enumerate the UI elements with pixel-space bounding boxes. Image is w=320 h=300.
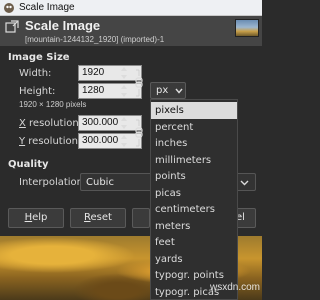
- unit-menu-item[interactable]: yards: [151, 251, 237, 268]
- interpolation-value: Cubic: [86, 177, 114, 188]
- y-resolution-label: Y resolution:: [19, 136, 82, 147]
- image-name: [mountain-1244132_1920] (imported)-1: [25, 35, 165, 44]
- dialog-title: Scale Image: [25, 18, 101, 33]
- width-spinner[interactable]: [119, 65, 128, 81]
- quality-heading: Quality: [8, 159, 49, 170]
- unit-menu-item[interactable]: inches: [151, 135, 237, 152]
- y-resolution-increment-button[interactable]: [119, 133, 128, 141]
- unit-menu-item[interactable]: meters: [151, 218, 237, 235]
- chevron-down-icon: [175, 88, 183, 94]
- window-title: Scale Image: [19, 2, 75, 13]
- y-resolution-spinner[interactable]: [119, 133, 128, 149]
- height-input[interactable]: 1280: [78, 83, 142, 99]
- image-thumbnail: [235, 19, 259, 37]
- x-resolution-input[interactable]: 300.000: [78, 115, 142, 131]
- y-resolution-label-rest: resolution:: [25, 136, 82, 147]
- gimp-app-icon: [4, 3, 14, 13]
- width-decrement-button[interactable]: [119, 73, 128, 81]
- x-resolution-label: X resolution:: [19, 118, 83, 129]
- chain-link-icon[interactable]: [134, 67, 144, 99]
- interpolation-label: Interpolation:: [19, 177, 87, 188]
- height-increment-button[interactable]: [119, 83, 128, 91]
- scale-button[interactable]: [132, 208, 150, 228]
- pixel-dimensions-info: 1920 × 1280 pixels: [19, 100, 87, 109]
- reset-button[interactable]: Reset: [70, 208, 126, 228]
- watermark: wsxdn.com: [210, 282, 261, 293]
- width-label: Width:: [19, 68, 52, 79]
- unit-selector[interactable]: px: [150, 82, 186, 99]
- dialog-header: Scale Image [mountain-1244132_1920] (imp…: [0, 16, 262, 46]
- x-resolution-decrement-button[interactable]: [119, 123, 128, 131]
- scale-image-icon: [5, 20, 19, 33]
- unit-selector-value: px: [156, 85, 169, 96]
- unit-dropdown-menu[interactable]: pixels percent inches millimeters points pica…: [150, 99, 238, 300]
- x-resolution-label-rest: resolution:: [25, 118, 83, 129]
- width-increment-button[interactable]: [119, 65, 128, 73]
- unit-menu-item[interactable]: percent: [151, 119, 237, 136]
- unit-menu-item[interactable]: feet: [151, 234, 237, 251]
- width-input[interactable]: 1920: [78, 65, 142, 81]
- y-resolution-decrement-button[interactable]: [119, 141, 128, 149]
- unit-menu-item[interactable]: millimeters: [151, 152, 237, 169]
- resolution-chain-link-icon[interactable]: [134, 117, 144, 149]
- window-titlebar: Scale Image: [0, 0, 262, 16]
- image-size-heading: Image Size: [8, 52, 70, 63]
- x-resolution-spinner[interactable]: [119, 115, 128, 131]
- height-decrement-button[interactable]: [119, 91, 128, 99]
- reset-button-rest: eset: [90, 212, 112, 223]
- unit-menu-item[interactable]: centimeters: [151, 201, 237, 218]
- height-label: Height:: [19, 86, 56, 97]
- unit-menu-item[interactable]: pixels: [151, 102, 237, 119]
- chevron-down-icon: [240, 180, 249, 186]
- unit-menu-item[interactable]: picas: [151, 185, 237, 202]
- help-button[interactable]: Help: [8, 208, 64, 228]
- unit-menu-item[interactable]: points: [151, 168, 237, 185]
- height-spinner[interactable]: [119, 83, 128, 99]
- x-resolution-increment-button[interactable]: [119, 115, 128, 123]
- y-resolution-input[interactable]: 300.000: [78, 133, 142, 149]
- help-button-rest: elp: [32, 212, 48, 223]
